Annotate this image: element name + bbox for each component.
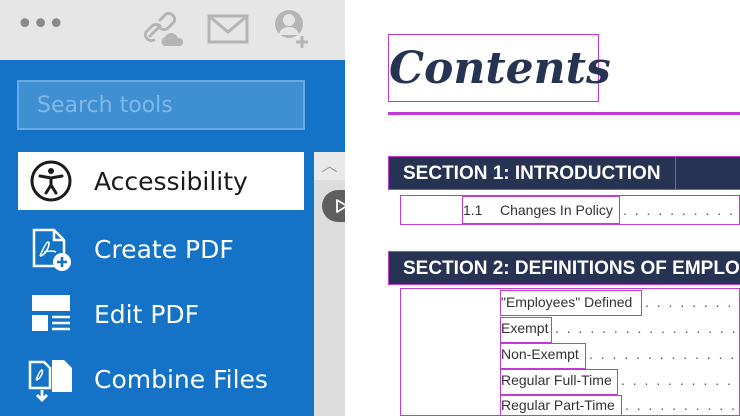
document-view[interactable]: Contents SECTION 1: INTRODUCTION 1.1 Cha… — [345, 0, 740, 416]
document-title: Contents — [388, 34, 611, 102]
toc-leader-dots: . . . . . . . . . . . . . . . . . . . . … — [555, 320, 740, 336]
mail-icon[interactable] — [205, 6, 251, 52]
tag-outline — [388, 156, 676, 190]
toc-leader-dots: . . . . . . . . . . . . . . . . . . . . … — [621, 372, 740, 388]
toc-leader-dots: . . . . . . . . . . . . . . . . . . . . … — [625, 397, 740, 413]
search-tools-field[interactable] — [17, 80, 305, 130]
tool-accessibility[interactable]: Accessibility — [18, 152, 304, 210]
add-user-icon[interactable] — [268, 6, 314, 52]
edit-pdf-icon — [32, 295, 70, 331]
toc-entry-text[interactable]: Non-Exempt — [501, 342, 579, 366]
search-tools-input[interactable] — [19, 82, 303, 128]
toc-entry-text[interactable]: Regular Part-Time — [501, 393, 615, 416]
tool-combine-files[interactable]: Combine Files — [18, 350, 304, 408]
toc-entry-text[interactable]: "Employees" Defined — [501, 290, 632, 314]
create-pdf-icon — [32, 228, 71, 271]
toc-leader-dots: . . . . . . . . . . . . . . . . . . . . … — [645, 294, 740, 310]
section-heading: SECTION 2: DEFINITIONS OF EMPLOYEES — [388, 251, 740, 285]
title-rule — [388, 112, 740, 115]
toc-leader-dots: . . . . . . . . . . . . . . . . . . . . … — [589, 346, 740, 362]
toc-leader-dots: . . . . . . . . . . . . . . . . . . . . … — [623, 202, 740, 218]
toc-entry-text[interactable]: Regular Full-Time — [501, 368, 612, 392]
toc-entry-number: 1.1 — [463, 202, 483, 218]
accessibility-icon — [30, 160, 72, 202]
toc-entry-text[interactable]: Exempt — [501, 316, 548, 340]
tools-pane: ••• Accessibility — [0, 0, 345, 416]
scroll-up-arrow-icon[interactable]: ︿ — [314, 152, 345, 180]
tool-label: Edit PDF — [94, 299, 200, 329]
combine-files-icon — [28, 360, 72, 402]
tool-edit-pdf[interactable]: Edit PDF — [18, 285, 304, 343]
tool-create-pdf[interactable]: Create PDF — [18, 220, 304, 278]
toc-entry-text[interactable]: Changes In Policy — [500, 198, 613, 222]
more-options-icon[interactable]: ••• — [16, 10, 65, 40]
top-toolbar: ••• — [0, 0, 345, 60]
tool-label: Combine Files — [94, 364, 268, 394]
tool-label: Accessibility — [94, 166, 248, 196]
link-cloud-icon[interactable] — [140, 6, 186, 52]
tool-label: Create PDF — [94, 234, 234, 264]
